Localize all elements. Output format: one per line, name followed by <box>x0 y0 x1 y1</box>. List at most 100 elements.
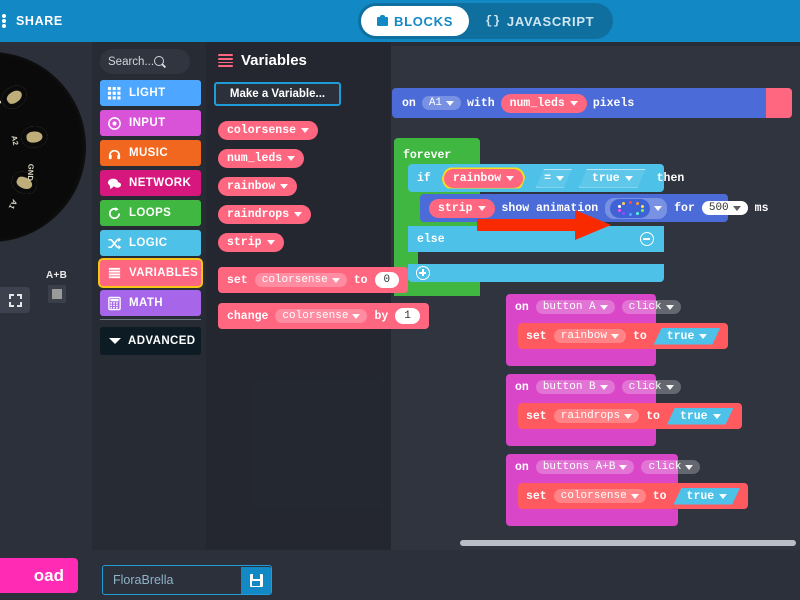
shuffle-icon <box>107 236 122 251</box>
animation-pixel <box>641 205 644 208</box>
label-for: for <box>674 202 695 215</box>
animation-pixel <box>618 205 621 208</box>
variable-dropdown[interactable]: colorsense <box>275 309 367 323</box>
lines-icon <box>107 266 122 281</box>
make-a-variable-button[interactable]: Make a Variable... <box>214 82 341 106</box>
advanced-toggle[interactable]: ADVANCED <box>100 327 201 355</box>
sidebar-item-logic[interactable]: LOGIC <box>100 230 201 256</box>
minus-icon[interactable] <box>640 232 654 246</box>
tab-blocks[interactable]: BLOCKS <box>361 6 469 36</box>
block-set-variable[interactable]: set colorsense to 0 <box>218 267 408 293</box>
download-button[interactable]: oad <box>0 558 78 593</box>
project-name-field[interactable]: FloraBrella <box>102 565 272 595</box>
else-body-slot[interactable] <box>418 252 664 264</box>
makecode-editor: SHARE BLOCKS {} JAVASCRIPT A3 A2 GND <box>0 0 800 600</box>
variable-pill-strip[interactable]: strip <box>218 232 284 252</box>
variable-pill-rainbow[interactable]: rainbow <box>218 176 297 196</box>
chevron-down-icon <box>611 334 619 339</box>
sidebar-item-music[interactable]: MUSIC <box>100 140 201 166</box>
variable-pill-raindrops[interactable]: raindrops <box>218 204 311 224</box>
sidebar-item-loops[interactable]: LOOPS <box>100 200 201 226</box>
calculator-icon <box>107 296 122 311</box>
boolean-value: true <box>592 172 620 185</box>
event-source-dropdown[interactable]: buttons A+B <box>536 460 635 474</box>
expand-icon <box>9 294 22 307</box>
horizontal-scrollbar-thumb[interactable] <box>460 540 796 546</box>
divider <box>100 319 201 320</box>
chevron-down-icon <box>294 212 302 217</box>
label-by: by <box>374 310 388 323</box>
target-icon <box>107 116 122 131</box>
number-input[interactable]: 1 <box>395 308 420 324</box>
variable-pill-colorsense[interactable]: colorsense <box>218 120 318 140</box>
animation-dropdown[interactable] <box>605 198 667 219</box>
share-button[interactable]: SHARE <box>0 9 63 33</box>
tab-javascript-label: JAVASCRIPT <box>507 14 594 29</box>
blocks-puzzle-icon <box>377 15 388 27</box>
circuit-playground-board[interactable]: A3 A2 GND A1 A0 OUT <box>0 52 86 242</box>
event-action-dropdown[interactable]: click <box>622 300 681 314</box>
ab-button[interactable] <box>48 285 66 303</box>
variable-pill-label: num_leds <box>227 152 282 165</box>
pad-label-a2: A2 <box>10 135 21 147</box>
sidebar-item-label: LIGHT <box>129 87 166 99</box>
animation-pixel <box>618 209 621 212</box>
event-source-dropdown[interactable]: button B <box>536 380 615 394</box>
sidebar-item-label: MUSIC <box>129 147 168 159</box>
boolean-true-dropdown[interactable]: true <box>579 169 646 188</box>
variables-icon <box>218 54 233 67</box>
chevron-down-icon <box>699 334 707 339</box>
tab-javascript[interactable]: {} JAVASCRIPT <box>469 6 610 36</box>
var-label: rainbow <box>453 172 501 185</box>
sidebar-item-variables[interactable]: VARIABLES <box>100 260 201 286</box>
event-action-dropdown[interactable]: click <box>641 460 700 474</box>
variable-dropdown[interactable]: colorsense <box>255 273 347 287</box>
boolean-true-dropdown[interactable]: true <box>667 408 734 425</box>
boolean-true-dropdown[interactable]: true <box>674 488 741 505</box>
operator-dropdown[interactable]: = <box>536 169 572 188</box>
variable-dropdown[interactable]: colorsense <box>554 489 646 503</box>
pin-dropdown[interactable]: A1 <box>422 96 461 110</box>
block-change-variable[interactable]: change colorsense by 1 <box>218 303 429 329</box>
variable-dropdown[interactable]: rainbow <box>554 329 626 343</box>
sidebar-item-network[interactable]: NETWORK <box>100 170 201 196</box>
advanced-label: ADVANCED <box>128 335 196 347</box>
sidebar-item-math[interactable]: MATH <box>100 290 201 316</box>
event-source-dropdown[interactable]: button A <box>536 300 615 314</box>
simulator-panel: A3 A2 GND A1 A0 OUT A+B <box>0 42 92 550</box>
project-name-value: FloraBrella <box>103 573 241 587</box>
flyout-title-label: Variables <box>241 52 307 69</box>
boolean-true-dropdown[interactable]: true <box>654 328 721 345</box>
sidebar-item-light[interactable]: LIGHT <box>100 80 201 106</box>
duration-dropdown[interactable]: 500 <box>702 201 748 215</box>
fullscreen-button[interactable] <box>0 287 30 313</box>
block-set-variable[interactable]: setrainbowtotrue <box>518 323 728 349</box>
var-label: strip <box>438 202 473 215</box>
save-button[interactable] <box>241 567 271 594</box>
label-change: change <box>227 310 268 323</box>
flyout-title: Variables <box>218 52 307 69</box>
event-action-dropdown[interactable]: click <box>622 380 681 394</box>
block-set-variable[interactable]: setraindropstotrue <box>518 403 742 429</box>
plus-icon[interactable] <box>416 266 430 280</box>
pad-label-a1: A1 <box>7 198 20 211</box>
animation-pixel <box>622 212 625 215</box>
chevron-down-icon <box>280 184 288 189</box>
search-input[interactable]: Search... <box>100 49 190 74</box>
variable-pill-num_leds[interactable]: num_leds <box>218 148 304 168</box>
pad-a2 <box>0 81 31 113</box>
var-rainbow-selected[interactable]: rainbow <box>444 169 523 188</box>
variable-dropdown[interactable]: raindrops <box>554 409 639 423</box>
block-set-variable[interactable]: setcolorsensetotrue <box>518 483 748 509</box>
annotation-arrow-icon <box>477 208 612 242</box>
chevron-down-icon <box>267 240 275 245</box>
animation-pixel <box>636 212 639 215</box>
var-num-leds[interactable]: num_leds <box>501 94 587 113</box>
variable-value: colorsense <box>282 310 348 322</box>
variables-flyout: Variables Make a Variable... colorsense n… <box>206 42 391 550</box>
block-if-then[interactable]: if rainbow = true t <box>408 164 664 192</box>
variable-value: rainbow <box>561 330 607 342</box>
number-input[interactable]: 0 <box>375 272 400 288</box>
sidebar-item-input[interactable]: INPUT <box>100 110 201 136</box>
block-create-strip[interactable]: on A1 with num_leds pixels <box>392 88 792 118</box>
